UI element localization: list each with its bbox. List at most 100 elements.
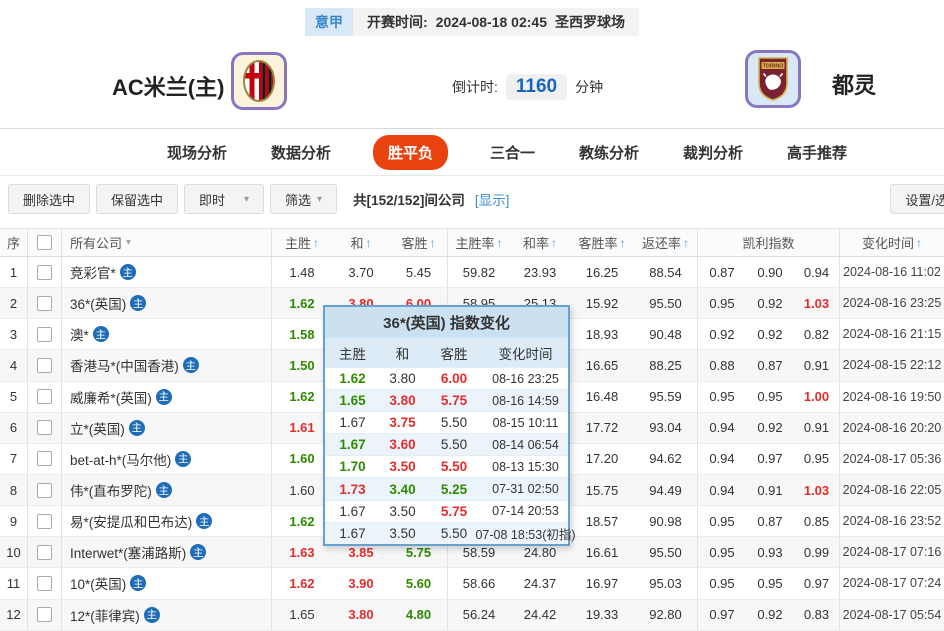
rate-cell: 16.48 — [570, 382, 634, 412]
popup-row: 1.673.505.5007-08 18:53(初指) — [325, 522, 568, 544]
company-name: 12*(菲律宾) — [70, 605, 140, 625]
company-cell[interactable]: Interwet*(塞浦路斯)主 — [62, 537, 272, 567]
odds-cell[interactable]: 5.45 — [390, 257, 448, 287]
odds-cell[interactable]: 5.60 — [390, 568, 448, 598]
change-time-cell: 2024-08-17 07:16 — [840, 537, 944, 567]
rate-cell: 16.65 — [570, 350, 634, 380]
delete-selected-button[interactable]: 删除选中 — [8, 184, 90, 214]
col-return-rate[interactable]: 返还率↑ — [634, 229, 698, 256]
kelly-cell: 0.94 — [698, 444, 746, 474]
company-cell[interactable]: 伟*(直布罗陀)主 — [62, 475, 272, 505]
row-checkbox-cell — [28, 600, 62, 630]
odds-mode-dropdown[interactable]: 即时 ▾ — [184, 184, 264, 214]
sort-asc-icon: ↑ — [313, 236, 319, 250]
nav-tab[interactable]: 教练分析 — [577, 135, 641, 170]
rate-cell: 18.57 — [570, 506, 634, 536]
odds-cell[interactable]: 4.80 — [390, 600, 448, 630]
row-checkbox-cell — [28, 475, 62, 505]
odds-cell[interactable]: 1.48 — [272, 257, 332, 287]
kelly-cell: 1.00 — [794, 382, 840, 412]
odds-cell[interactable]: 3.70 — [332, 257, 390, 287]
company-cell[interactable]: 易*(安提瓜和巴布达)主 — [62, 506, 272, 536]
rate-cell: 95.50 — [634, 537, 698, 567]
odds-cell[interactable]: 3.80 — [332, 600, 390, 630]
change-time-cell: 2024-08-16 23:25 — [840, 288, 944, 318]
col-away-rate[interactable]: 客胜率↑ — [570, 229, 634, 256]
company-cell[interactable]: 立*(英国)主 — [62, 413, 272, 443]
rate-cell: 88.54 — [634, 257, 698, 287]
nav-tab[interactable]: 数据分析 — [269, 135, 333, 170]
row-checkbox[interactable] — [37, 327, 52, 342]
company-cell[interactable]: 12*(菲律宾)主 — [62, 600, 272, 630]
row-checkbox[interactable] — [37, 607, 52, 622]
row-checkbox-cell — [28, 288, 62, 318]
company-cell[interactable]: bet-at-h*(马尔他)主 — [62, 444, 272, 474]
sort-asc-icon: ↑ — [430, 236, 436, 250]
row-checkbox[interactable] — [37, 358, 52, 373]
popup-home-odds: 1.67 — [325, 501, 380, 522]
odds-cell[interactable]: 1.62 — [272, 568, 332, 598]
kelly-cell: 0.92 — [746, 319, 794, 349]
row-checkbox[interactable] — [37, 576, 52, 591]
company-name: 伟*(直布罗陀) — [70, 480, 152, 500]
league-badge[interactable]: 意甲 — [305, 8, 353, 36]
col-change-time[interactable]: 变化时间↑ — [840, 229, 944, 256]
company-name: 香港马*(中国香港) — [70, 355, 179, 375]
popup-home-odds: 1.67 — [325, 523, 380, 544]
venue: 圣西罗球场 — [555, 12, 625, 32]
rate-cell: 18.93 — [570, 319, 634, 349]
col-draw-rate[interactable]: 和率↑ — [510, 229, 570, 256]
odds-cell[interactable]: 1.65 — [272, 600, 332, 630]
row-checkbox[interactable] — [37, 483, 52, 498]
nav-tab[interactable]: 高手推荐 — [785, 135, 849, 170]
row-checkbox[interactable] — [37, 545, 52, 560]
nav-tab[interactable]: 胜平负 — [373, 135, 448, 170]
nav-tab[interactable]: 现场分析 — [165, 135, 229, 170]
rate-cell: 93.04 — [634, 413, 698, 443]
row-index: 5 — [0, 382, 28, 412]
col-home-rate[interactable]: 主胜率↑ — [448, 229, 510, 256]
popup-away-odds: 5.50 — [425, 434, 483, 455]
company-cell[interactable]: 澳*主 — [62, 319, 272, 349]
row-checkbox[interactable] — [37, 420, 52, 435]
nav-tab[interactable]: 裁判分析 — [681, 135, 745, 170]
row-checkbox[interactable] — [37, 265, 52, 280]
select-all-cell — [28, 229, 62, 256]
col-kelly: 凯利指数 — [698, 229, 840, 256]
row-checkbox[interactable] — [37, 514, 52, 529]
home-team-name: AC米兰(主) — [112, 70, 224, 102]
filter-label: 筛选 — [285, 190, 311, 209]
row-checkbox-cell — [28, 350, 62, 380]
col-draw-odds[interactable]: 和↑ — [332, 229, 390, 256]
filter-dropdown[interactable]: 筛选 ▾ — [270, 184, 337, 214]
kelly-cell: 0.95 — [746, 568, 794, 598]
kelly-cell: 0.95 — [698, 506, 746, 536]
select-all-checkbox[interactable] — [37, 235, 52, 250]
row-checkbox[interactable] — [37, 296, 52, 311]
kelly-cell: 0.95 — [746, 382, 794, 412]
company-cell[interactable]: 10*(英国)主 — [62, 568, 272, 598]
keep-selected-button[interactable]: 保留选中 — [96, 184, 178, 214]
show-companies-link[interactable]: [显示] — [475, 189, 510, 209]
match-info-bar: 意甲 开赛时间: 2024-08-18 02:45 圣西罗球场 — [0, 0, 944, 44]
row-checkbox[interactable] — [37, 451, 52, 466]
col-home-odds[interactable]: 主胜↑ — [272, 229, 332, 256]
odds-cell[interactable]: 3.90 — [332, 568, 390, 598]
company-cell[interactable]: 香港马*(中国香港)主 — [62, 350, 272, 380]
kelly-cell: 0.92 — [746, 600, 794, 630]
sort-asc-icon: ↑ — [620, 236, 626, 250]
col-company[interactable]: 所有公司 ▾ — [62, 229, 272, 256]
row-checkbox[interactable] — [37, 389, 52, 404]
company-cell[interactable]: 竞彩官*主 — [62, 257, 272, 287]
ac-milan-logo — [239, 57, 279, 105]
popup-away-odds: 5.50 — [425, 456, 483, 477]
company-cell[interactable]: 威廉希*(英国)主 — [62, 382, 272, 412]
popup-row: 1.653.805.7508-16 14:59 — [325, 389, 568, 411]
company-cell[interactable]: 36*(英国)主 — [62, 288, 272, 318]
settings-button[interactable]: 设置/选择 — [890, 184, 944, 214]
kickoff-label: 开赛时间: — [367, 12, 428, 32]
popup-draw-odds: 3.80 — [380, 390, 425, 411]
away-team-name: 都灵 — [832, 68, 876, 100]
col-away-odds[interactable]: 客胜↑ — [390, 229, 448, 256]
nav-tab[interactable]: 三合一 — [488, 135, 537, 170]
